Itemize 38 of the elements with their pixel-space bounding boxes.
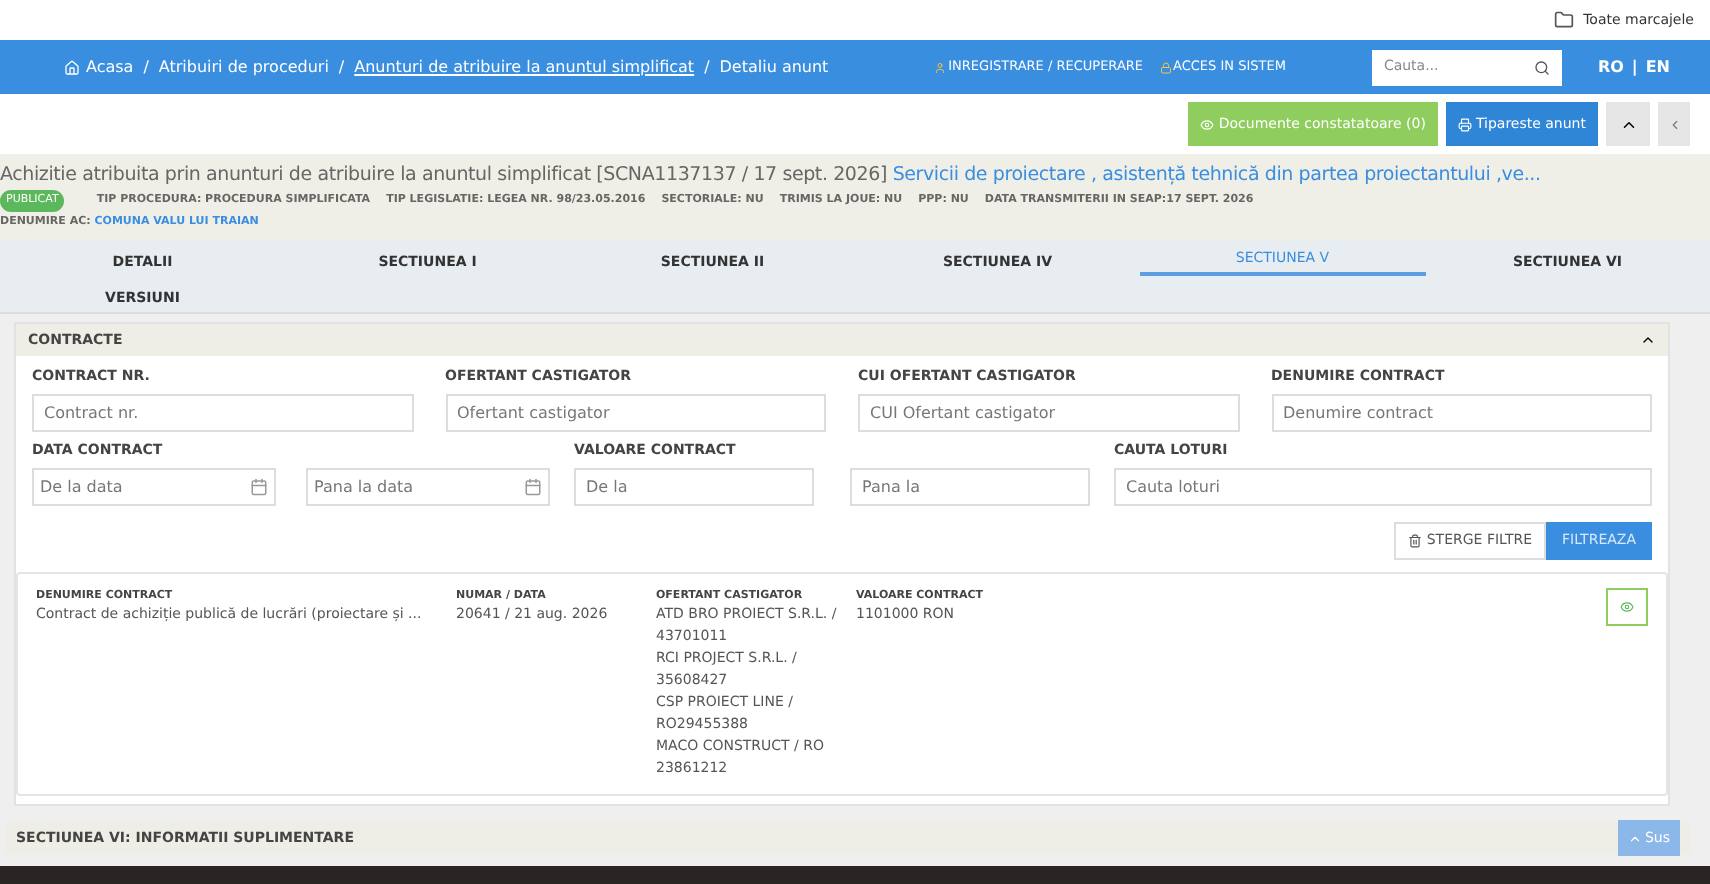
search-icon xyxy=(1533,59,1550,75)
breadcrumb-link[interactable]: Detaliu anunt xyxy=(719,55,829,79)
notice-title: Achizitie atribuita prin anunturi de atribuire la anuntul simplificat [SCNA1137137 / 17 sept. 2026] xyxy=(0,164,887,187)
breadcrumb-separator: / xyxy=(704,55,710,79)
home-icon xyxy=(64,59,80,75)
printer-icon xyxy=(1457,117,1472,131)
breadcrumb-link[interactable]: Atribuiri de proceduri xyxy=(158,55,329,79)
language-separator: | xyxy=(1631,55,1638,79)
folder-icon xyxy=(1553,10,1574,30)
eye-icon xyxy=(1620,600,1634,614)
calendar-icon xyxy=(524,478,542,496)
breadcrumb-link[interactable]: Anunturi de atribuire la anuntul simplificat xyxy=(354,55,695,79)
breadcrumb-link[interactable]: Acasa xyxy=(86,55,134,79)
chevron-up-icon[interactable] xyxy=(1640,332,1656,348)
lock-icon xyxy=(1159,61,1172,73)
input-field[interactable]: Pana la xyxy=(850,468,1090,506)
trash-icon xyxy=(1408,534,1423,548)
breadcrumb-separator: / xyxy=(143,55,149,79)
date-field[interactable]: De la data xyxy=(32,468,276,506)
input-field[interactable]: CUI Ofertant castigator xyxy=(858,394,1239,432)
date-field[interactable]: Pana la data xyxy=(306,468,550,506)
collapse-button[interactable] xyxy=(1606,102,1650,146)
user-icon xyxy=(934,61,947,73)
input-field[interactable]: Denumire contract xyxy=(1271,394,1652,432)
chevron-left-icon xyxy=(1667,117,1681,131)
language-link[interactable]: EN xyxy=(1645,55,1670,79)
chevron-up-icon xyxy=(1628,831,1643,845)
view-button[interactable] xyxy=(1606,588,1648,626)
calendar-icon xyxy=(250,478,268,496)
input-field[interactable]: Cauta loturi xyxy=(1114,468,1652,506)
language-link[interactable]: RO xyxy=(1597,55,1624,79)
input-field[interactable]: De la xyxy=(574,468,814,506)
input-field[interactable]: Contract nr. xyxy=(32,394,413,432)
input-field[interactable]: Ofertant castigator xyxy=(445,394,826,432)
breadcrumb-separator: / xyxy=(338,55,345,79)
eye-icon xyxy=(1200,117,1215,131)
notice-subject[interactable]: Servicii de proiectare , asistență tehnică din partea proiectantului ,ve... xyxy=(892,164,1541,187)
back-button[interactable] xyxy=(1658,102,1690,146)
